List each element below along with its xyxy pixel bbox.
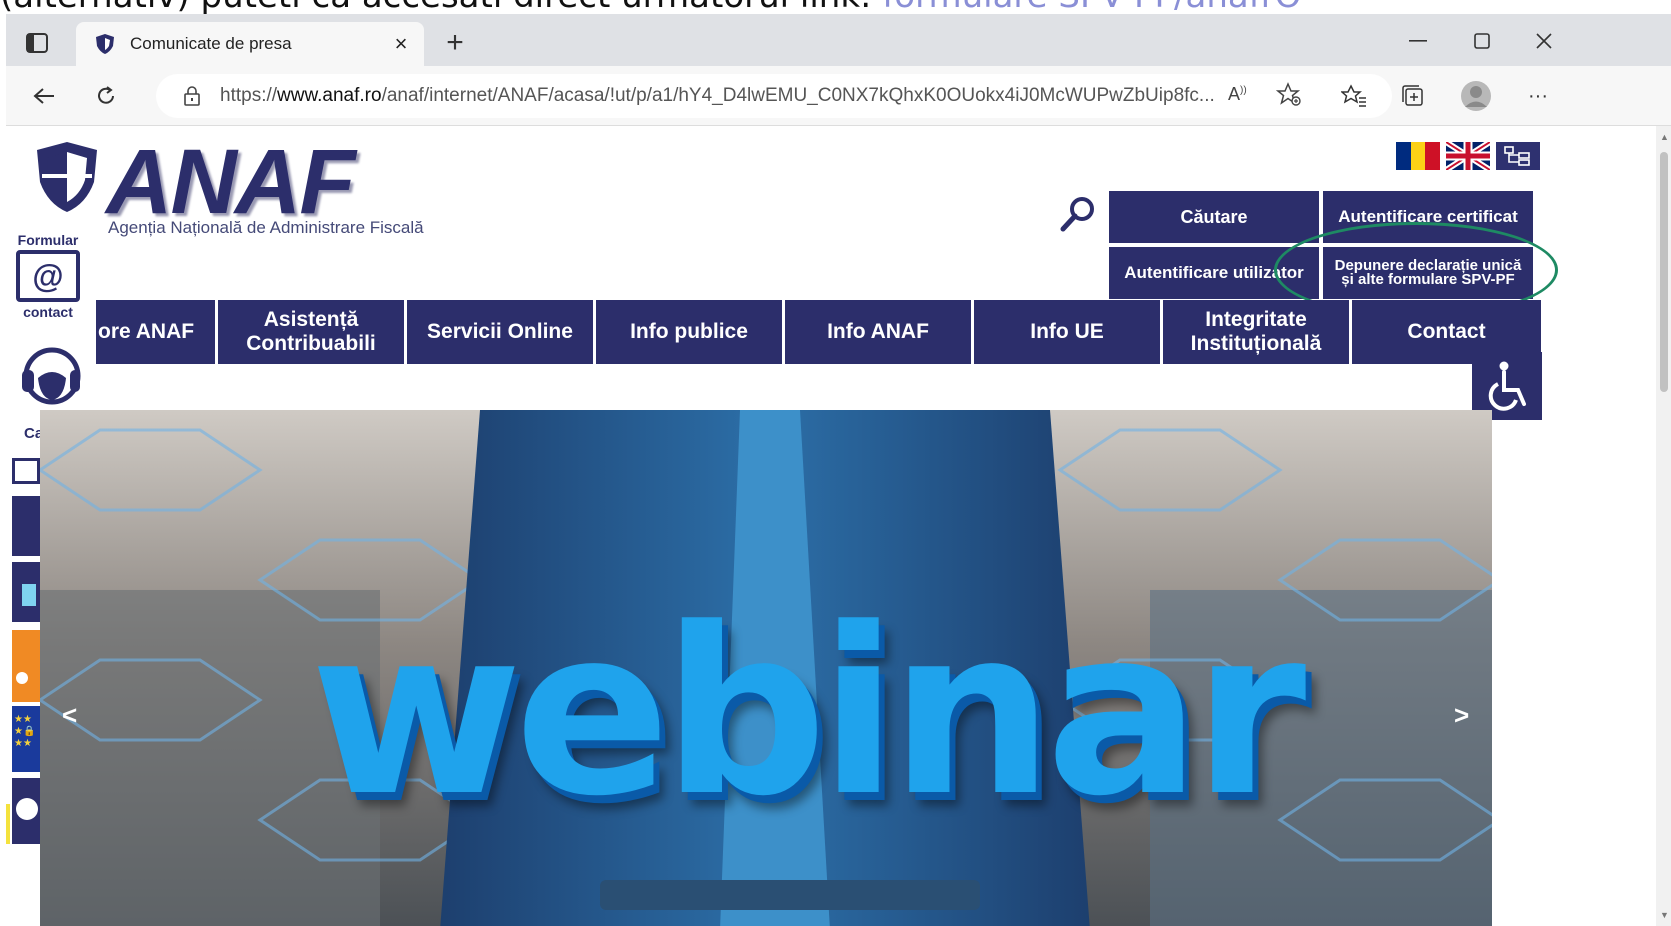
- search-icon[interactable]: [1058, 194, 1098, 234]
- minimize-icon[interactable]: [1398, 24, 1438, 58]
- anaf-logo[interactable]: ANAF Agenția Națională de Administrare F…: [34, 131, 454, 244]
- tab-strip: Comunicate de presa × +: [6, 14, 1671, 66]
- address-bar[interactable]: https://www.anaf.ro/anaf/internet/ANAF/a…: [156, 74, 1392, 118]
- nav-item-info-anaf[interactable]: Info ANAF: [785, 300, 974, 364]
- main-nav: ore ANAF Asistență Contribuabili Servici…: [96, 300, 1541, 364]
- slide-caption: (alternativ) puteti ca accesati direct u…: [0, 0, 1671, 14]
- rss-icon[interactable]: [12, 630, 40, 702]
- email-at-icon: @: [16, 250, 80, 302]
- wheelchair-icon: [1488, 361, 1526, 411]
- page-scrollbar[interactable]: ▲ ▼: [1656, 126, 1671, 926]
- tab-actions-icon[interactable]: [24, 30, 50, 56]
- next-slide-icon[interactable]: >: [1454, 700, 1469, 731]
- contact-form-link[interactable]: Formular @ contact: [10, 232, 86, 320]
- close-tab-icon[interactable]: ×: [386, 29, 416, 59]
- url-host: www.anaf.ro: [277, 85, 382, 106]
- sitemap-icon[interactable]: [1496, 142, 1540, 170]
- url-prefix: https://: [220, 85, 278, 106]
- favorites-icon[interactable]: [1336, 78, 1372, 114]
- nav-item-about-anaf[interactable]: ore ANAF: [96, 300, 218, 364]
- web-page: ANAF Agenția Națională de Administrare F…: [6, 126, 1656, 926]
- caption-text: (alternativ) puteti ca accesati direct u…: [0, 0, 882, 14]
- browser-tab[interactable]: Comunicate de presa ×: [76, 22, 424, 66]
- eu-stars-icon[interactable]: ★★ ★🔒 ★★: [12, 706, 40, 772]
- nav-item-info-publice[interactable]: Info publice: [596, 300, 785, 364]
- scroll-thumb[interactable]: [1660, 152, 1668, 392]
- formular-label: Formular: [17, 232, 79, 248]
- read-aloud-icon[interactable]: A)): [1228, 84, 1247, 105]
- prev-slide-icon[interactable]: <: [62, 700, 77, 731]
- url-text[interactable]: https://www.anaf.ro/anaf/internet/ANAF/a…: [220, 85, 1300, 107]
- scroll-down-icon[interactable]: ▼: [1660, 910, 1669, 920]
- tab-title: Comunicate de presa: [130, 34, 292, 53]
- nav-item-servicii-online[interactable]: Servicii Online: [407, 300, 596, 364]
- language-flags: [1396, 142, 1540, 170]
- browser-toolbar: https://www.anaf.ro/anaf/internet/ANAF/a…: [6, 66, 1671, 126]
- hero-title: webinar: [310, 580, 1306, 847]
- more-icon[interactable]: ···: [1520, 78, 1556, 114]
- chat-icon[interactable]: [12, 778, 40, 844]
- anaf-shield-logo-icon: [37, 142, 97, 212]
- headset-icon: [22, 347, 81, 405]
- maximize-icon[interactable]: [1462, 24, 1502, 58]
- search-button[interactable]: Căutare: [1108, 190, 1320, 244]
- hero-slider: webinar < >: [40, 410, 1492, 926]
- refresh-icon[interactable]: [88, 78, 124, 114]
- profile-avatar-icon[interactable]: [1458, 78, 1494, 114]
- romanian-flag-icon[interactable]: [1396, 142, 1441, 170]
- document-icon[interactable]: [12, 496, 40, 556]
- new-tab-icon[interactable]: +: [438, 26, 472, 60]
- nav-item-info-ue[interactable]: Info UE: [974, 300, 1163, 364]
- anaf-shield-icon: [94, 33, 116, 55]
- calculator-icon[interactable]: [12, 562, 40, 622]
- scroll-up-icon[interactable]: ▲: [1660, 132, 1669, 142]
- lock-icon[interactable]: [174, 86, 210, 106]
- yellow-marker: [6, 804, 10, 844]
- nav-item-asistenta[interactable]: Asistență Contribuabili: [218, 300, 407, 364]
- close-window-icon[interactable]: [1524, 24, 1564, 58]
- add-favorite-icon[interactable]: [1275, 82, 1302, 113]
- calendar-icon[interactable]: [12, 458, 40, 484]
- caption-link[interactable]: formulare SPV-PF/anafrO: [882, 0, 1301, 14]
- collections-icon[interactable]: [1396, 78, 1432, 114]
- browser-chrome: Comunicate de presa × + https://www.anaf…: [6, 14, 1671, 126]
- contact-label: contact: [23, 304, 73, 320]
- back-icon[interactable]: [26, 78, 62, 114]
- url-path: /anaf/internet/ANAF/acasa/!ut/p/a1/hY4_D…: [381, 85, 1215, 106]
- brand-subtitle: Agenția Națională de Administrare Fiscal…: [108, 218, 424, 237]
- english-flag-icon[interactable]: [1446, 142, 1490, 170]
- nav-item-integritate[interactable]: Integritate Instituțională: [1163, 300, 1352, 364]
